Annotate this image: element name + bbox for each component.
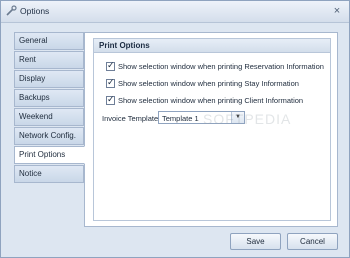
watermark-text: SOFTPEDIA [203, 111, 292, 127]
tab-weekend[interactable]: Weekend [14, 108, 84, 126]
invoice-template-label: Invoice Template: [102, 114, 161, 123]
options-window: Options × General Rent Display Backups W… [0, 0, 350, 258]
tab-general[interactable]: General [14, 32, 84, 50]
tab-notice[interactable]: Notice [14, 165, 84, 183]
save-button[interactable]: Save [230, 233, 281, 250]
wrench-icon [6, 5, 17, 16]
cancel-button[interactable]: Cancel [287, 233, 338, 250]
tab-content-panel: Print Options ✓ Show selection window whe… [84, 32, 338, 227]
tab-rent[interactable]: Rent [14, 51, 84, 69]
tab-print-options[interactable]: Print Options [14, 146, 85, 164]
stay-info-checkbox-label: Show selection window when printing Stay… [118, 79, 299, 88]
client-info-checkbox-label: Show selection window when printing Clie… [118, 96, 304, 105]
tab-backups[interactable]: Backups [14, 89, 84, 107]
dialog-body: General Rent Display Backups Weekend Net… [1, 23, 349, 257]
tab-network-config[interactable]: Network Config. [14, 127, 84, 145]
client-info-checkbox-row[interactable]: ✓ Show selection window when printing Cli… [106, 93, 304, 107]
invoice-template-value: Template 1 [162, 114, 199, 123]
print-options-group: Print Options ✓ Show selection window whe… [93, 38, 331, 221]
window-title: Options [20, 6, 50, 16]
stay-info-checkbox-row[interactable]: ✓ Show selection window when printing Sta… [106, 76, 299, 90]
check-icon: ✓ [107, 59, 115, 70]
title-bar: Options × [1, 1, 349, 23]
close-button[interactable]: × [331, 5, 343, 17]
stay-info-checkbox[interactable]: ✓ [106, 76, 115, 88]
options-tab-list: General Rent Display Backups Weekend Net… [14, 32, 85, 184]
reservation-info-checkbox[interactable]: ✓ [106, 59, 115, 71]
print-options-header: Print Options [94, 39, 330, 53]
reservation-info-checkbox-label: Show selection window when printing Rese… [118, 62, 324, 71]
tab-display[interactable]: Display [14, 70, 84, 88]
client-info-checkbox[interactable]: ✓ [106, 93, 115, 105]
check-icon: ✓ [107, 93, 115, 104]
reservation-info-checkbox-row[interactable]: ✓ Show selection window when printing Res… [106, 59, 324, 73]
check-icon: ✓ [107, 76, 115, 87]
